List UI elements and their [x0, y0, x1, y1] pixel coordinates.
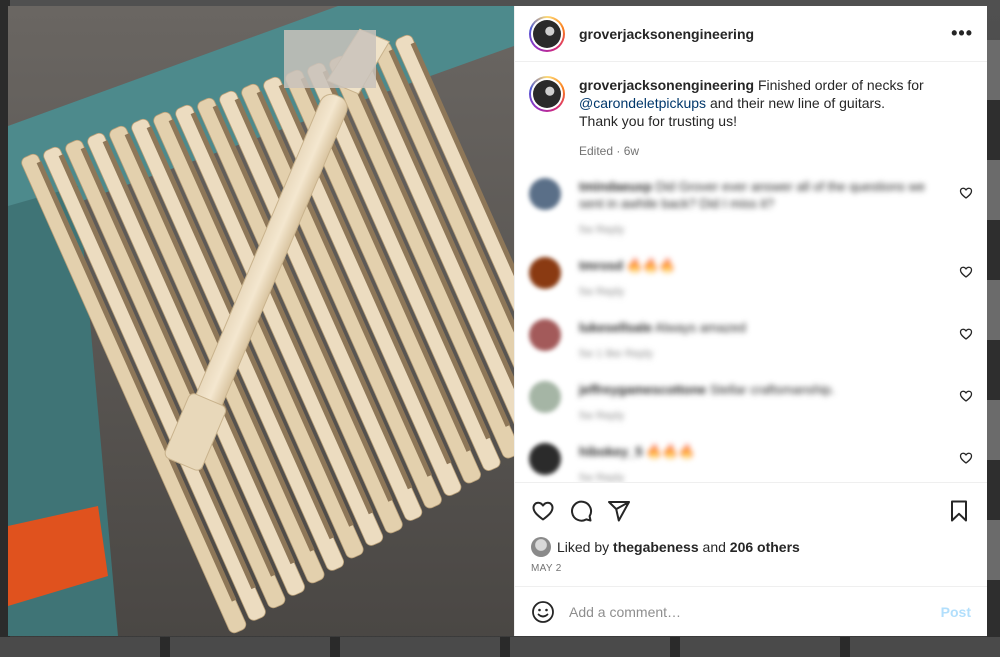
comment-text: 🔥🔥🔥 [646, 444, 695, 459]
more-options-button[interactable]: ••• [951, 23, 973, 44]
bookmark-icon[interactable] [947, 499, 971, 523]
post-comment-button[interactable]: Post [941, 604, 971, 620]
caption-text-end: and their new line of guitars. [706, 95, 886, 111]
comment-input[interactable] [569, 603, 941, 620]
commenter-avatar[interactable] [529, 443, 561, 475]
liker-avatar[interactable] [531, 537, 551, 557]
backdrop-grid-strip [987, 40, 1000, 640]
comment-meta[interactable]: 5w Reply [579, 284, 939, 301]
author-username[interactable]: groverjacksonengineering [579, 26, 754, 42]
post-date[interactable]: MAY 2 [531, 563, 971, 574]
comment-item: tmindaeuxp Did Grover ever answer all of… [529, 178, 973, 239]
comment-item: hibokey_5 🔥🔥🔥 5w Reply [529, 443, 973, 482]
comment-meta[interactable]: 5w Reply [579, 470, 939, 482]
comment-icon[interactable] [569, 499, 593, 523]
comment-heart-icon[interactable] [959, 389, 973, 403]
post-photo[interactable] [8, 6, 514, 636]
comment-item: lukesellsale Always amazed 5w 1 like Repl… [529, 319, 973, 363]
post-caption: groverjacksonengineering Finished order … [529, 76, 973, 160]
comment-meta[interactable]: 5w Reply [579, 408, 939, 425]
comment-heart-icon[interactable] [959, 265, 973, 279]
comment-meta[interactable]: 5w 1 like Reply [579, 346, 939, 363]
share-icon[interactable] [607, 499, 631, 523]
comment-meta[interactable]: 5w Reply [579, 222, 939, 239]
comment-heart-icon[interactable] [959, 451, 973, 465]
likes-summary: Liked by thegabeness and 206 others [531, 537, 971, 557]
commenter-username[interactable]: hibokey_5 [579, 444, 643, 459]
commenter-username[interactable]: tmindaeuxp [579, 179, 652, 194]
likes-prefix: Liked by [557, 539, 614, 555]
add-comment-bar: Post [515, 586, 987, 636]
backdrop-grid-bottom [0, 637, 1000, 657]
caption-mention-link[interactable]: @carondeletpickups [579, 95, 706, 111]
comments-list[interactable]: groverjacksonengineering Finished order … [515, 62, 987, 482]
caption-meta: Edited · 6w [579, 144, 640, 158]
commenter-username[interactable]: lukesellsale [579, 320, 652, 335]
caption-username[interactable]: groverjacksonengineering [579, 77, 754, 93]
post-header: groverjacksonengineering ••• [515, 6, 987, 62]
comment-heart-icon[interactable] [959, 327, 973, 341]
caption-text: Finished order of necks for [754, 77, 928, 93]
liker-username[interactable]: thegabeness [613, 539, 699, 555]
commenter-avatar[interactable] [529, 178, 561, 210]
post-modal: groverjacksonengineering ••• groverjacks… [8, 6, 987, 636]
comment-text: 🔥🔥🔥 [626, 258, 676, 273]
commenter-username[interactable]: jeffreygamescottone [579, 382, 706, 397]
post-actions: Liked by thegabeness and 206 others MAY … [515, 482, 987, 586]
commenter-avatar[interactable] [529, 257, 561, 289]
comment-item: tmrosd 🔥🔥🔥 5w Reply [529, 257, 973, 301]
commenter-username[interactable]: tmrosd [579, 258, 623, 273]
heart-icon[interactable] [531, 499, 555, 523]
commenter-avatar[interactable] [529, 319, 561, 351]
post-side-panel: groverjacksonengineering ••• groverjacks… [514, 6, 987, 636]
caption-avatar[interactable] [529, 76, 565, 112]
guitar-necks-image [8, 6, 514, 636]
commenter-avatar[interactable] [529, 381, 561, 413]
author-avatar[interactable] [529, 15, 565, 52]
likes-count-link[interactable]: 206 others [730, 539, 800, 555]
comment-text: Always amazed [654, 320, 746, 335]
emoji-icon[interactable] [531, 600, 555, 624]
caption-line-2: Thank you for trusting us! [579, 113, 737, 129]
comment-item: jeffreygamescottone Stellar craftsmanshi… [529, 381, 973, 425]
comment-text: Stellar craftsmanship. [709, 382, 835, 397]
likes-middle: and [698, 539, 730, 555]
comment-heart-icon[interactable] [959, 186, 973, 200]
